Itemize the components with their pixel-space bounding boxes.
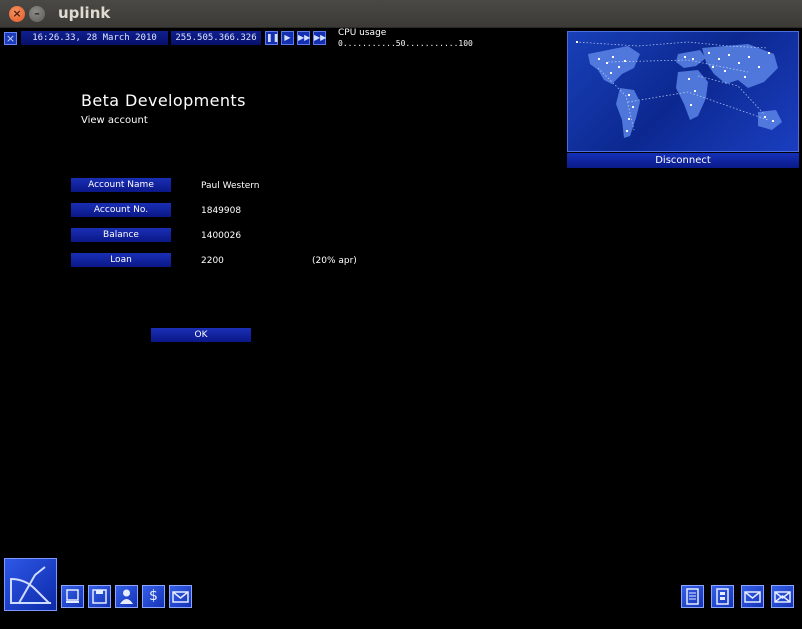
account-name-value: Paul Western bbox=[201, 181, 260, 191]
account-name-label: Account Name bbox=[71, 178, 171, 192]
computer-icon[interactable] bbox=[61, 585, 84, 608]
disconnect-button[interactable]: Disconnect bbox=[567, 153, 799, 168]
memory-icon[interactable] bbox=[711, 585, 734, 608]
loan-label: Loan bbox=[71, 253, 171, 267]
loan-interest-rate: (20% apr) bbox=[312, 256, 357, 266]
game-clock: 16:26.33, 28 March 2010 bbox=[21, 31, 168, 45]
balance-label: Balance bbox=[71, 228, 171, 242]
gateway-icon[interactable] bbox=[4, 558, 57, 611]
account-number-value: 1849908 bbox=[201, 206, 242, 216]
account-number-label: Account No. bbox=[71, 203, 171, 217]
page-subtitle: View account bbox=[81, 115, 148, 126]
save-icon[interactable] bbox=[88, 585, 111, 608]
cpu-usage-scale: 0...........50...........100 bbox=[338, 39, 473, 48]
exit-icon[interactable]: × bbox=[4, 32, 17, 45]
email-icon[interactable] bbox=[169, 585, 192, 608]
send-mail-icon[interactable] bbox=[771, 585, 794, 608]
notes-icon[interactable] bbox=[681, 585, 704, 608]
window-title: uplink bbox=[58, 4, 111, 22]
window-titlebar: × – uplink bbox=[0, 0, 802, 28]
agent-icon[interactable] bbox=[115, 585, 138, 608]
ok-button[interactable]: OK bbox=[151, 328, 251, 342]
world-map-graphic bbox=[575, 41, 782, 138]
minimize-window-button[interactable]: – bbox=[29, 6, 45, 22]
loan-value: 2200 bbox=[201, 256, 224, 266]
cpu-usage-label: CPU usage bbox=[338, 28, 387, 38]
fastest-forward-icon[interactable]: ▶▶ bbox=[313, 31, 326, 45]
balance-value: 1400026 bbox=[201, 231, 242, 241]
play-icon[interactable]: ▶ bbox=[281, 31, 294, 45]
local-ip[interactable]: 255.505.366.326 bbox=[171, 31, 261, 45]
world-map[interactable] bbox=[567, 31, 799, 152]
company-name: Beta Developments bbox=[81, 91, 246, 110]
pause-icon[interactable]: ❚❚ bbox=[265, 31, 279, 45]
game-area: × 16:26.33, 28 March 2010 255.505.366.32… bbox=[0, 28, 802, 629]
finance-icon[interactable]: $ bbox=[142, 585, 165, 608]
mail-icon[interactable] bbox=[741, 585, 764, 608]
fast-forward-icon[interactable]: ▶▶ bbox=[297, 31, 310, 45]
close-window-button[interactable]: × bbox=[9, 6, 25, 22]
